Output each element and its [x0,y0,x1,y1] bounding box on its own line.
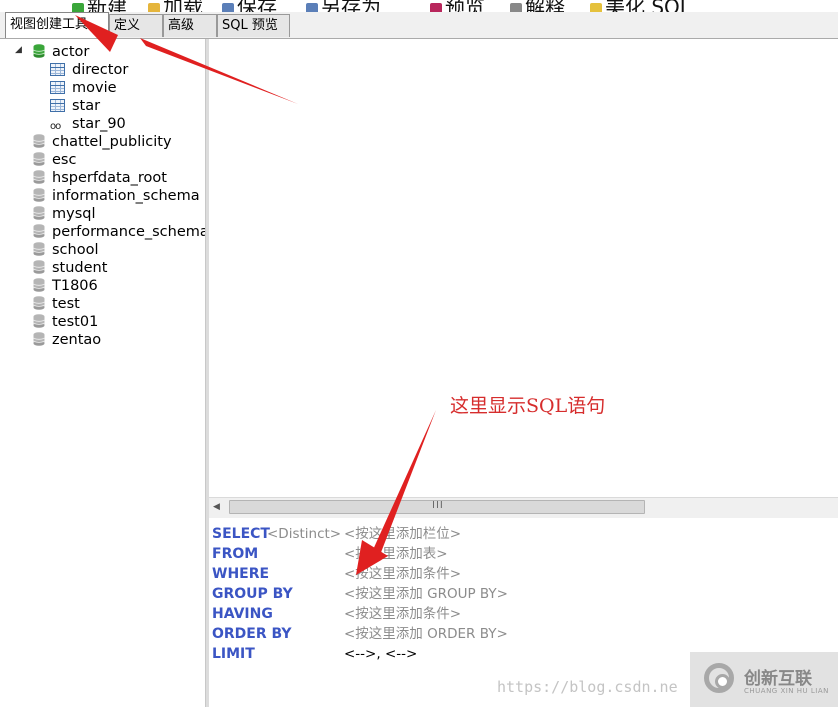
save-as-icon [306,2,318,12]
logo-subtext: CHUANG XIN HU LIAN [744,687,829,695]
wand-icon [590,2,602,12]
toolbar: 新建 加载 保存 另存为 预览 解释 美化 SQL [0,0,838,12]
tree-db-item[interactable]: student [33,259,107,277]
annotation-label: 这里显示SQL语句 [450,395,606,417]
tab-bar: 视图创建工具 定义 高级 SQL 预览 [0,12,838,39]
sql-select-keyword[interactable]: SELECT [212,524,270,544]
sql-limit-value[interactable]: <-->, <--> [344,644,417,664]
database-icon [33,224,45,238]
table-icon [50,81,65,94]
sql-add-having-condition[interactable]: <按这里添加条件> [344,604,461,624]
tree-table-director[interactable]: director [50,61,128,79]
logo-text: 创新互联 [744,669,812,689]
sql-add-group-by[interactable]: <按这里添加 GROUP BY> [344,584,508,604]
tree-db-item[interactable]: school [33,241,99,259]
sql-add-column[interactable]: <按这里添加栏位> [344,524,461,544]
new-button[interactable]: 新建 [72,0,127,12]
sql-having-keyword[interactable]: HAVING [212,604,273,624]
scrollbar-grip: III [432,500,444,511]
table-icon [50,63,65,76]
database-icon [33,332,45,346]
tree-db-item[interactable]: hsperfdata_root [33,169,167,187]
database-icon [33,260,45,274]
sql-add-order-by[interactable]: <按这里添加 ORDER BY> [344,624,508,644]
database-icon [33,242,45,256]
preview-button[interactable]: 预览 [430,0,485,12]
view-builder-canvas[interactable] [209,39,838,495]
save-as-button[interactable]: 另存为 [306,0,381,12]
tree-db-item[interactable]: test [33,295,80,313]
sql-group-by-keyword[interactable]: GROUP BY [212,584,293,604]
object-tree[interactable]: ◢ actor director movie star oo star_90 ch… [5,39,205,707]
tree-db-item[interactable]: chattel_publicity [33,133,172,151]
tree-db-item[interactable]: performance_schema [33,223,205,241]
tab-definition[interactable]: 定义 [109,14,163,37]
folder-icon [148,2,160,12]
tree-db-item[interactable]: esc [33,151,76,169]
sql-from-keyword[interactable]: FROM [212,544,258,564]
sql-where-keyword[interactable]: WHERE [212,564,269,584]
database-icon [33,206,45,220]
tree-table-star[interactable]: star [50,97,100,115]
logo-icon [704,663,734,693]
preview-icon [430,2,442,12]
url-watermark: https://blog.csdn.ne [497,678,678,696]
load-button[interactable]: 加载 [148,0,203,12]
scrollbar-thumb[interactable]: III [229,500,645,514]
tree-db-item[interactable]: mysql [33,205,96,223]
database-open-icon [33,44,45,58]
save-button[interactable]: 保存 [222,0,277,12]
tab-view-builder[interactable]: 视图创建工具 [5,12,109,38]
database-icon [33,188,45,202]
table-icon [50,99,65,112]
tree-db-item[interactable]: information_schema [33,187,200,205]
database-icon [33,152,45,166]
tree-view-star-90[interactable]: oo star_90 [50,115,126,133]
tree-table-movie[interactable]: movie [50,79,117,97]
sql-distinct-toggle[interactable]: <Distinct> [267,524,341,544]
sql-order-by-keyword[interactable]: ORDER BY [212,624,292,644]
tab-advanced[interactable]: 高级 [163,14,217,37]
horizontal-scrollbar[interactable]: ◀ III [209,497,838,519]
tree-db-actor[interactable]: actor [33,43,89,61]
database-icon [33,170,45,184]
database-icon [33,314,45,328]
database-icon [33,278,45,292]
sql-limit-keyword[interactable]: LIMIT [212,644,255,664]
database-icon [33,134,45,148]
explain-button[interactable]: 解释 [510,0,565,12]
sql-add-table[interactable]: <按这里添加表> [344,544,448,564]
plus-icon [72,2,84,12]
tab-sql-preview[interactable]: SQL 预览 [217,14,290,37]
tree-db-item[interactable]: T1806 [33,277,98,295]
tree-db-item[interactable]: zentao [33,331,101,349]
scroll-left-arrow-icon[interactable]: ◀ [213,502,220,512]
beautify-sql-button[interactable]: 美化 SQL [590,0,691,12]
tree-db-item[interactable]: test01 [33,313,98,331]
brand-logo: 创新互联 CHUANG XIN HU LIAN [690,652,838,707]
collapse-icon[interactable]: ◢ [15,45,22,55]
database-icon [33,296,45,310]
glasses-view-icon: oo [50,121,61,132]
save-icon [222,2,234,12]
explain-icon [510,2,522,12]
sql-add-where-condition[interactable]: <按这里添加条件> [344,564,461,584]
